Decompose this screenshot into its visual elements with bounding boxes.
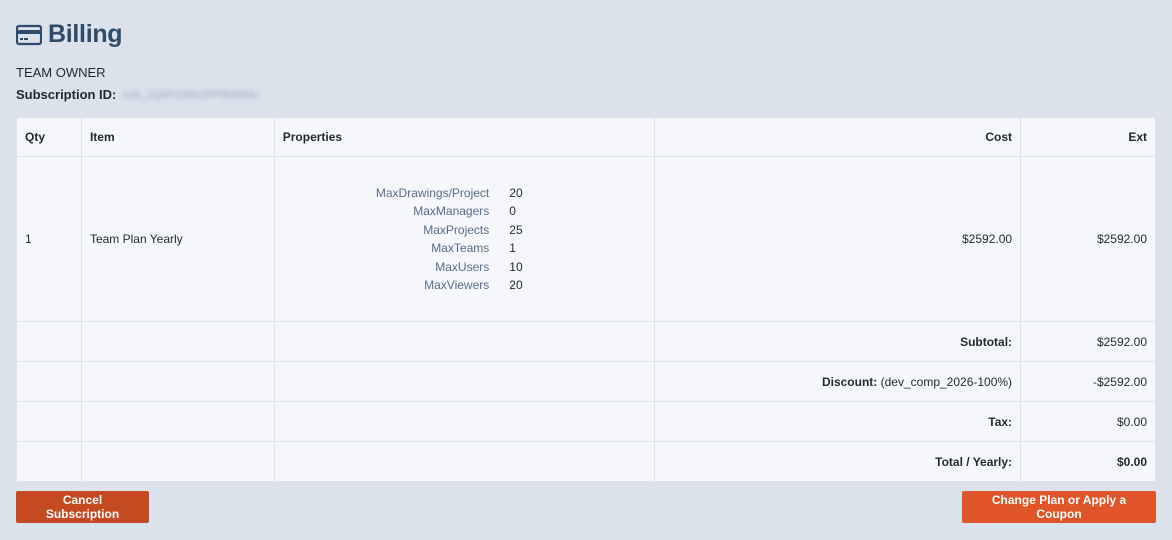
header-properties: Properties (273, 117, 656, 157)
page-header: Billing (16, 20, 123, 49)
subtotal-row: Subtotal: $2592.00 (16, 321, 1156, 362)
discount-row: Discount: (dev_comp_2026-100%) -$2592.00 (16, 361, 1156, 402)
property-values: 20 0 25 1 10 20 (509, 184, 549, 295)
total-row: Total / Yearly: $0.00 (16, 441, 1156, 482)
row-properties: MaxDrawings/Project MaxManagers MaxProje… (273, 156, 656, 322)
property-value: 25 (509, 222, 523, 237)
header-item: Item (80, 117, 275, 157)
discount-code: (dev_comp_2026-100%) (880, 374, 1013, 389)
tax-value: $0.00 (1020, 401, 1156, 442)
properties-list: MaxDrawings/Project MaxManagers MaxProje… (279, 184, 647, 295)
subscription-id-value: sub_1QaF43bKcRP8hbNdu (122, 88, 259, 101)
property-name: MaxUsers (435, 259, 490, 274)
total-label: Total / Yearly: (654, 441, 1022, 482)
table-row: 1 Team Plan Yearly MaxDrawings/Project M… (16, 156, 1156, 322)
discount-value: -$2592.00 (1020, 361, 1156, 402)
subtotal-value: $2592.00 (1020, 321, 1156, 362)
total-value: $0.00 (1020, 441, 1156, 482)
subscription-id-label: Subscription ID: (16, 87, 117, 102)
tax-row: Tax: $0.00 (16, 401, 1156, 442)
property-name: MaxViewers (424, 278, 490, 292)
row-item: Team Plan Yearly (80, 156, 275, 322)
property-value: 20 (509, 278, 523, 292)
row-qty: 1 (16, 156, 82, 322)
property-value: 20 (509, 185, 523, 200)
team-role: TEAM OWNER (16, 65, 106, 80)
change-plan-button[interactable]: Change Plan or Apply a Coupon (962, 491, 1156, 523)
cancel-subscription-button[interactable]: Cancel Subscription (16, 491, 149, 523)
discount-cell: Discount: (dev_comp_2026-100%) (654, 361, 1022, 402)
subscription-row: Subscription ID: sub_1QaF43bKcRP8hbNdu (16, 87, 259, 102)
page-title: Billing (48, 20, 123, 48)
property-value: 10 (509, 259, 523, 274)
tax-label: Tax: (654, 401, 1022, 442)
property-name: MaxProjects (423, 222, 490, 237)
property-name: MaxManagers (413, 204, 490, 218)
header-cost: Cost (654, 117, 1022, 157)
table-header-row: Qty Item Properties Cost Ext (16, 117, 1156, 157)
credit-card-icon (16, 24, 42, 45)
subtotal-label: Subtotal: (654, 321, 1022, 362)
billing-table: Qty Item Properties Cost Ext 1 Team Plan… (16, 117, 1156, 482)
property-name: MaxDrawings/Project (375, 185, 490, 200)
row-cost: $2592.00 (654, 156, 1022, 322)
property-value: 1 (509, 241, 516, 255)
property-names: MaxDrawings/Project MaxManagers MaxProje… (376, 184, 489, 295)
property-name: MaxTeams (431, 241, 490, 255)
property-value: 0 (509, 204, 516, 218)
row-ext: $2592.00 (1020, 156, 1156, 322)
discount-label: Discount: (821, 374, 878, 389)
header-ext: Ext (1020, 117, 1156, 157)
header-qty: Qty (16, 117, 82, 157)
